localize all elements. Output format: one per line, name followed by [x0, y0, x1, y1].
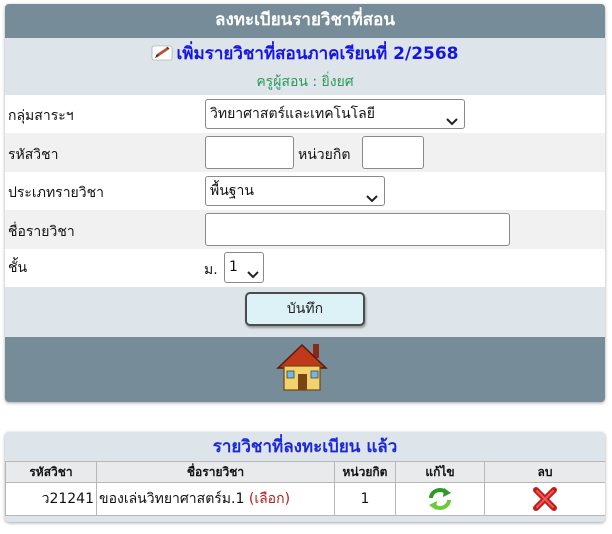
subject-type-select[interactable]: พื้นฐาน: [205, 176, 385, 206]
subjects-table: รหัสวิชา ชื่อรายวิชา หน่วยกิต แก้ไข ลบ ว…: [5, 461, 605, 516]
level-prefix: ม.: [204, 262, 218, 278]
type-label: ประเภทรายวิชา: [8, 185, 104, 201]
panel-title: ลงทะเบียนรายวิชาที่สอน: [5, 4, 605, 38]
teacher-name: ครูผู้สอน : ยิ่งยศ: [256, 74, 354, 90]
register-subject-panel: ลงทะเบียนรายวิชาที่สอน เพิ่มรายวิชาที่สอ…: [5, 4, 605, 402]
credit-label: หน่วยกิต: [298, 147, 351, 163]
subject-name-cell: ของเล่นวิทยาศาสตร์ม.1 (เลือก): [96, 482, 335, 516]
form-row-type: ประเภทรายวิชา พื้นฐาน: [5, 172, 605, 210]
table-row: ว21241 ของเล่นวิทยาศาสตร์ม.1 (เลือก) 1: [5, 482, 605, 516]
credit-input[interactable]: [362, 136, 424, 169]
column-header: แก้ไข: [395, 461, 485, 483]
form-row-group: กลุ่มสาระฯ วิทยาศาสตร์และเทคโนโลยี: [5, 95, 605, 133]
subject-code-input[interactable]: [205, 136, 294, 169]
credit-cell: 1: [334, 482, 396, 516]
subject-name-input[interactable]: [205, 213, 510, 246]
type-selected-value: พื้นฐาน: [210, 183, 254, 199]
column-header: ลบ: [484, 461, 605, 483]
name-label: ชื่อรายวิชา: [8, 224, 75, 240]
panel-footer: [5, 337, 605, 402]
edit-cell: [395, 482, 485, 516]
column-header: ชื่อรายวิชา: [96, 461, 335, 483]
level-selected-value: 1: [229, 259, 238, 275]
column-header: รหัสวิชา: [5, 461, 97, 483]
form-row-code: รหัสวิชา หน่วยกิต: [5, 133, 605, 172]
subtitle-text: เพิ่มรายวิชาที่สอนภาคเรียนที่ 2/2568: [176, 44, 459, 64]
select-link[interactable]: (เลือก): [249, 491, 290, 507]
add-subject-heading: เพิ่มรายวิชาที่สอนภาคเรียนที่ 2/2568: [5, 41, 605, 67]
subject-name: ของเล่นวิทยาศาสตร์ม.1: [99, 491, 245, 507]
pencil-icon: [151, 44, 173, 70]
save-button[interactable]: บันทึก: [245, 292, 365, 326]
chevron-down-icon: [247, 262, 259, 290]
house-icon[interactable]: [275, 341, 329, 393]
level-select[interactable]: 1: [224, 252, 264, 283]
delete-cell: [484, 482, 605, 516]
level-label: ชั้น: [8, 260, 28, 276]
code-label: รหัสวิชา: [8, 147, 59, 163]
group-select[interactable]: วิทยาศาสตร์และเทคโนโลยี: [205, 99, 465, 129]
form-row-name: ชื่อรายวิชา: [5, 210, 605, 249]
refresh-arrows-icon[interactable]: [427, 488, 453, 510]
group-label: กลุ่มสาระฯ: [8, 108, 74, 124]
column-header: หน่วยกิต: [334, 461, 396, 483]
subject-code-cell: ว21241: [5, 482, 97, 516]
group-selected-value: วิทยาศาสตร์และเทคโนโลยี: [210, 106, 375, 122]
red-x-icon[interactable]: [532, 487, 558, 511]
table-header-row: รหัสวิชา ชื่อรายวิชา หน่วยกิต แก้ไข ลบ: [5, 461, 605, 483]
registered-subjects-panel: รายวิชาที่ลงทะเบียน แล้ว รหัสวิชา ชื่อรา…: [5, 432, 605, 522]
form-row-level: ชั้น ม. 1: [5, 249, 605, 287]
registered-title: รายวิชาที่ลงทะเบียน แล้ว: [212, 437, 398, 457]
